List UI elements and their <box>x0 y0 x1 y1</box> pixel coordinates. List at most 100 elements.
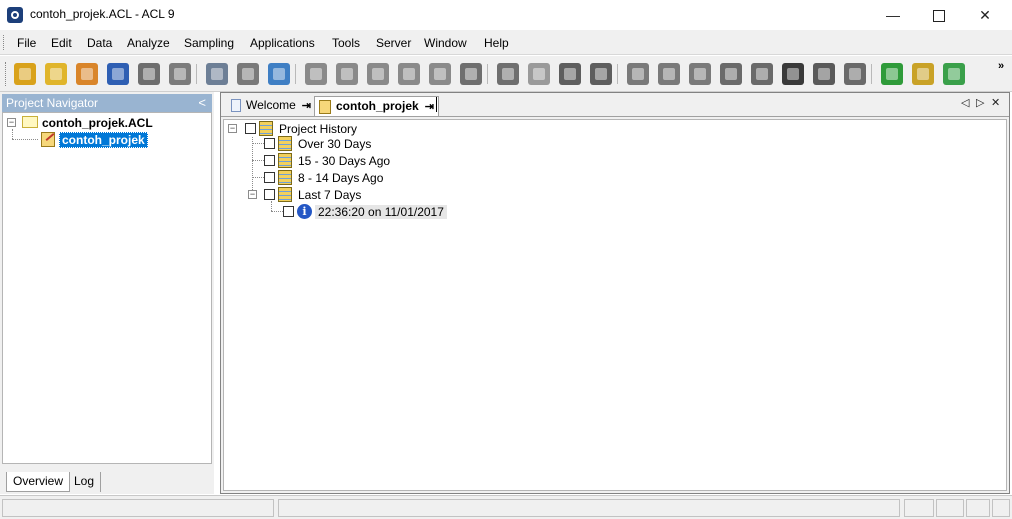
user-icon[interactable] <box>912 63 934 85</box>
print-icon[interactable] <box>138 63 160 85</box>
tab-project-label: contoh_projek <box>336 99 419 113</box>
project-item-selected[interactable]: contoh_projek <box>59 132 148 148</box>
toolbar-overflow-icon[interactable]: » <box>998 60 1004 72</box>
tab-contoh-projek[interactable]: contoh_projek ⇥ <box>314 96 439 116</box>
remove-column-icon[interactable] <box>429 63 451 85</box>
tree-connector <box>252 137 253 192</box>
tree-connector <box>271 211 283 212</box>
open-project-icon[interactable] <box>14 63 36 85</box>
refresh-icon[interactable] <box>206 63 228 85</box>
toolbar-separator <box>617 64 618 84</box>
collapse-history-toggle[interactable]: − <box>228 124 237 133</box>
script-editor-icon[interactable] <box>844 63 866 85</box>
navigator-tabs: Overview Log <box>2 472 212 494</box>
toolbar-separator <box>871 64 872 84</box>
stratify-icon[interactable] <box>528 63 550 85</box>
notebook-icon <box>41 132 55 147</box>
split-icon[interactable] <box>658 63 680 85</box>
pin-icon[interactable]: ⇥ <box>302 97 311 115</box>
classify-icon[interactable] <box>627 63 649 85</box>
pin-icon[interactable]: ⇥ <box>425 98 434 116</box>
project-tree: − contoh_projek.ACL contoh_projek <box>2 112 212 464</box>
project-file-label[interactable]: contoh_projek.ACL <box>42 116 153 130</box>
menu-help[interactable]: Help <box>484 36 509 50</box>
tab-welcome[interactable]: Welcome ⇥ <box>231 96 311 116</box>
group-checkbox[interactable] <box>264 138 275 149</box>
collapse-project-toggle[interactable]: − <box>7 118 16 127</box>
history-group-icon <box>278 153 292 168</box>
windows-icon[interactable] <box>943 63 965 85</box>
history-entry[interactable]: 22:36:20 on 11/01/2017 <box>315 205 447 219</box>
menu-data[interactable]: Data <box>87 36 112 50</box>
history-root-label[interactable]: Project History <box>279 122 357 136</box>
project-folder-icon <box>22 116 38 128</box>
extract-icon[interactable] <box>689 63 711 85</box>
add-column-icon[interactable] <box>367 63 389 85</box>
command-icon[interactable] <box>881 63 903 85</box>
history-checkbox[interactable] <box>245 123 256 134</box>
spell-check-icon[interactable] <box>751 63 773 85</box>
toolbar-separator <box>295 64 296 84</box>
entry-checkbox[interactable] <box>283 206 294 217</box>
group-15-30-days[interactable]: 15 - 30 Days Ago <box>298 154 390 168</box>
status-pane <box>966 499 990 517</box>
close-button[interactable]: ✕ <box>962 0 1008 30</box>
resize-grip[interactable] <box>992 499 1010 517</box>
tab-log[interactable]: Log <box>68 472 102 492</box>
menu-grip-handle[interactable] <box>3 35 6 50</box>
minimize-button[interactable]: — <box>870 0 916 30</box>
tree-connector <box>252 160 264 161</box>
project-navigator-panel: Project Navigator < − contoh_projek.ACL … <box>0 92 214 494</box>
group-8-14-days[interactable]: 8 - 14 Days Ago <box>298 171 383 185</box>
toolbar-grip-handle[interactable] <box>5 62 8 86</box>
font-icon[interactable] <box>460 63 482 85</box>
text-cursor <box>436 97 437 112</box>
edit-view-icon[interactable] <box>336 63 358 85</box>
tree-connector <box>252 177 264 178</box>
collapse-navigator-button[interactable]: < <box>198 94 206 112</box>
menu-server[interactable]: Server <box>376 36 411 50</box>
collapse-last-7-days-toggle[interactable]: − <box>248 190 257 199</box>
project-navigator-title: Project Navigator <box>6 96 99 110</box>
verify-icon[interactable] <box>497 63 519 85</box>
statistics-icon[interactable] <box>782 63 804 85</box>
title-bar: contoh_projek.ACL - ACL 9 — ✕ <box>0 0 1012 30</box>
menu-window[interactable]: Window <box>424 36 467 50</box>
status-pane <box>278 499 900 517</box>
menu-analyze[interactable]: Analyze <box>127 36 170 50</box>
table-layout-icon[interactable] <box>237 63 259 85</box>
toolbar-separator <box>196 64 197 84</box>
scroll-tabs-right-icon[interactable]: ▷ <box>976 96 984 109</box>
history-group-icon <box>278 170 292 185</box>
document-tab-strip: Welcome ⇥ contoh_projek ⇥ ◁ ▷ ✕ <box>221 93 1009 117</box>
group-checkbox[interactable] <box>264 155 275 166</box>
toolbar-separator <box>487 64 488 84</box>
open-table-icon[interactable] <box>45 63 67 85</box>
benford-icon[interactable] <box>813 63 835 85</box>
menu-file[interactable]: File <box>17 36 36 50</box>
group-checkbox[interactable] <box>264 172 275 183</box>
filter-icon[interactable] <box>268 63 290 85</box>
acl-app-icon <box>7 7 23 23</box>
maximize-button[interactable] <box>916 0 962 30</box>
menu-edit[interactable]: Edit <box>51 36 72 50</box>
menu-tools[interactable]: Tools <box>332 36 360 50</box>
group-last-7-days[interactable]: Last 7 Days <box>298 188 361 202</box>
percent-icon[interactable] <box>590 63 612 85</box>
save-icon[interactable] <box>107 63 129 85</box>
tab-overview[interactable]: Overview <box>6 472 71 492</box>
copy-icon[interactable] <box>305 63 327 85</box>
scroll-tabs-left-icon[interactable]: ◁ <box>961 96 969 109</box>
group-over-30-days[interactable]: Over 30 Days <box>298 137 371 151</box>
group-checkbox[interactable] <box>264 189 275 200</box>
modify-column-icon[interactable] <box>398 63 420 85</box>
total-icon[interactable] <box>559 63 581 85</box>
tree-connector <box>252 143 264 144</box>
close-tab-icon[interactable]: ✕ <box>991 96 1000 109</box>
sequence-icon[interactable] <box>720 63 742 85</box>
main-document-panel: Welcome ⇥ contoh_projek ⇥ ◁ ▷ ✕ − Project … <box>220 92 1010 494</box>
print-preview-icon[interactable] <box>169 63 191 85</box>
menu-sampling[interactable]: Sampling <box>184 36 234 50</box>
close-table-icon[interactable] <box>76 63 98 85</box>
menu-applications[interactable]: Applications <box>250 36 315 50</box>
